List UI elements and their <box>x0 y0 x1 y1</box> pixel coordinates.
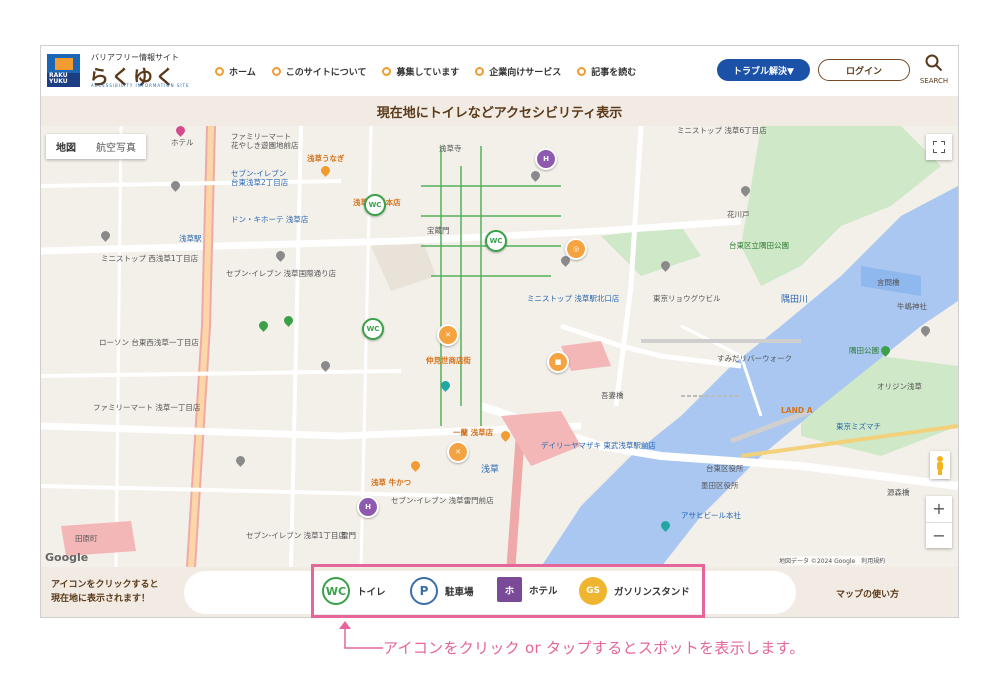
main-nav: ホーム このサイトについて 募集しています 企業向けサービス 記事を読む <box>215 65 652 78</box>
map-label: セブン-イレブン 浅草雷門前店 <box>391 496 494 505</box>
search-icon <box>925 54 943 72</box>
map-label: 牛嶋神社 <box>897 302 927 311</box>
map-label: 田原町 <box>75 534 98 543</box>
map-label: 浅草 <box>481 465 500 475</box>
map-label: デイリーヤマザキ 東武浅草駅前店 <box>541 441 656 450</box>
browser-frame: RAKU YUKU バリアフリー情報サイト らくゆく ACCESSIBILITY… <box>40 45 959 618</box>
nav-bullet-icon <box>382 67 392 76</box>
zoom-in-button[interactable]: + <box>926 496 952 522</box>
nav-bullet-icon <box>215 67 224 76</box>
map-label: ドン・キホーテ 浅草店 <box>231 215 309 224</box>
zoom-out-button[interactable]: − <box>926 522 952 549</box>
map-label: 吾妻橋 <box>601 391 624 400</box>
map-label: 花川戸 <box>727 210 750 219</box>
fullscreen-icon <box>933 141 945 153</box>
nav-home[interactable]: ホーム <box>215 65 256 78</box>
zoom-control: + − <box>926 496 952 548</box>
map-label: 東京リョウグウビル <box>653 294 721 303</box>
nav-bullet-icon <box>577 67 587 76</box>
restaurant-spot-icon[interactable]: ✕ <box>437 324 459 346</box>
map-label: ホテル <box>171 138 194 147</box>
map-label: セブン-イレブン 浅草国際通り店 <box>226 269 337 278</box>
map-label: 仲見世商店街 <box>426 356 471 365</box>
map-label: ミニストップ 西浅草1丁目店 <box>101 254 199 263</box>
callout-caption: アイコンをクリック or タップするとスポットを表示します。 <box>383 639 805 657</box>
map-label: 台東区立隅田公園 <box>729 241 789 250</box>
map-label: ファミリーマート 浅草一丁目店 <box>93 403 201 412</box>
street-view-button[interactable] <box>930 451 950 479</box>
toilet-spot-icon[interactable]: WC <box>364 194 386 216</box>
nav-recruit[interactable]: 募集しています <box>382 65 459 78</box>
site-header: RAKU YUKU バリアフリー情報サイト らくゆく ACCESSIBILITY… <box>41 46 958 96</box>
map-label: 浅草寺 <box>439 144 462 153</box>
map-label: 隅田公園 <box>849 346 879 355</box>
map-label: アサヒビール本社 <box>681 511 741 520</box>
click-instruction: アイコンをクリックすると 現在地に表示されます！ <box>51 580 159 604</box>
map-label: 浅草駅 <box>179 234 202 243</box>
nav-business[interactable]: 企業向けサービス <box>475 65 561 78</box>
map-label: 一蘭 浅草店 <box>453 428 494 437</box>
map-usage-link[interactable]: マップの使い方 <box>836 587 899 600</box>
logo-subtitle: ACCESSIBILITY INFORMATION SITE <box>91 83 190 88</box>
map-label: 墨田区役所 <box>701 481 739 490</box>
hotel-spot-icon[interactable]: H <box>357 496 379 518</box>
logo-mark[interactable]: RAKU YUKU <box>47 54 80 87</box>
map-label: 台東浅草2丁目店 <box>231 178 289 187</box>
pegman-icon <box>937 456 943 475</box>
map-type-map[interactable]: 地図 <box>46 134 86 159</box>
map-label: ミニストップ 浅草6丁目店 <box>677 126 767 135</box>
map-label: セブン-イレブン 浅草1丁目店 <box>246 531 346 540</box>
legend-highlight-box <box>311 564 705 618</box>
map-type-satellite[interactable]: 航空写真 <box>86 134 146 159</box>
toilet-spot-icon[interactable]: WC <box>362 318 384 340</box>
map-label: 花やしき遊園地前店 <box>231 141 299 150</box>
map-attribution[interactable]: 地図データ ©2024 Google 利用規約 <box>779 556 886 565</box>
map-label: LAND A <box>781 406 813 415</box>
map-label: 台東区役所 <box>706 464 744 473</box>
nav-bullet-icon <box>271 67 281 76</box>
map-label: ミニストップ 浅草駅北口店 <box>527 294 620 303</box>
toilet-spot-icon[interactable]: WC <box>485 230 507 252</box>
trouble-button[interactable]: トラブル解決▼ <box>717 59 810 81</box>
restaurant-spot-icon[interactable]: ■ <box>547 351 569 373</box>
map-label: 浅草 牛かつ <box>371 478 412 487</box>
callout-connector <box>339 621 383 649</box>
map-label: 東京ミズマチ <box>836 422 881 431</box>
nav-articles[interactable]: 記事を読む <box>577 65 636 78</box>
restaurant-spot-icon[interactable]: ◎ <box>565 238 587 260</box>
nav-bullet-icon <box>475 67 485 76</box>
map-label: 隅田川 <box>781 295 809 305</box>
map-label: 宝蔵門 <box>427 226 450 235</box>
google-logo: Google <box>45 551 89 564</box>
map-label: 浅草うなぎ <box>307 154 345 163</box>
map-type-toggle: 地図 航空写真 <box>46 134 146 159</box>
map-view[interactable]: ファミリーマート 花やしき遊園地前店 セブン-イレブン 台東浅草2丁目店 ドン・… <box>41 126 958 567</box>
page-title-bar: 現在地にトイレなどアクセシビリティ表示 <box>41 96 958 126</box>
map-label: セブン-イレブン <box>231 169 287 178</box>
map-label: オリジン浅草 <box>877 382 922 391</box>
page-title: 現在地にトイレなどアクセシビリティ表示 <box>376 105 623 121</box>
map-label: ローソン 台東西浅草一丁目店 <box>99 338 199 347</box>
map-label: すみだリバーウォーク <box>717 354 792 363</box>
hotel-spot-icon[interactable]: H <box>535 148 557 170</box>
restaurant-spot-icon[interactable]: ✕ <box>447 441 469 463</box>
map-label: 源森橋 <box>887 488 910 497</box>
map-label: ファミリーマート <box>231 132 291 141</box>
search-button[interactable]: SEARCH <box>917 54 951 88</box>
fullscreen-button[interactable] <box>926 134 952 160</box>
login-button[interactable]: ログイン <box>818 59 910 81</box>
nav-about[interactable]: このサイトについて <box>271 65 366 78</box>
map-label: 言問橋 <box>877 278 900 287</box>
